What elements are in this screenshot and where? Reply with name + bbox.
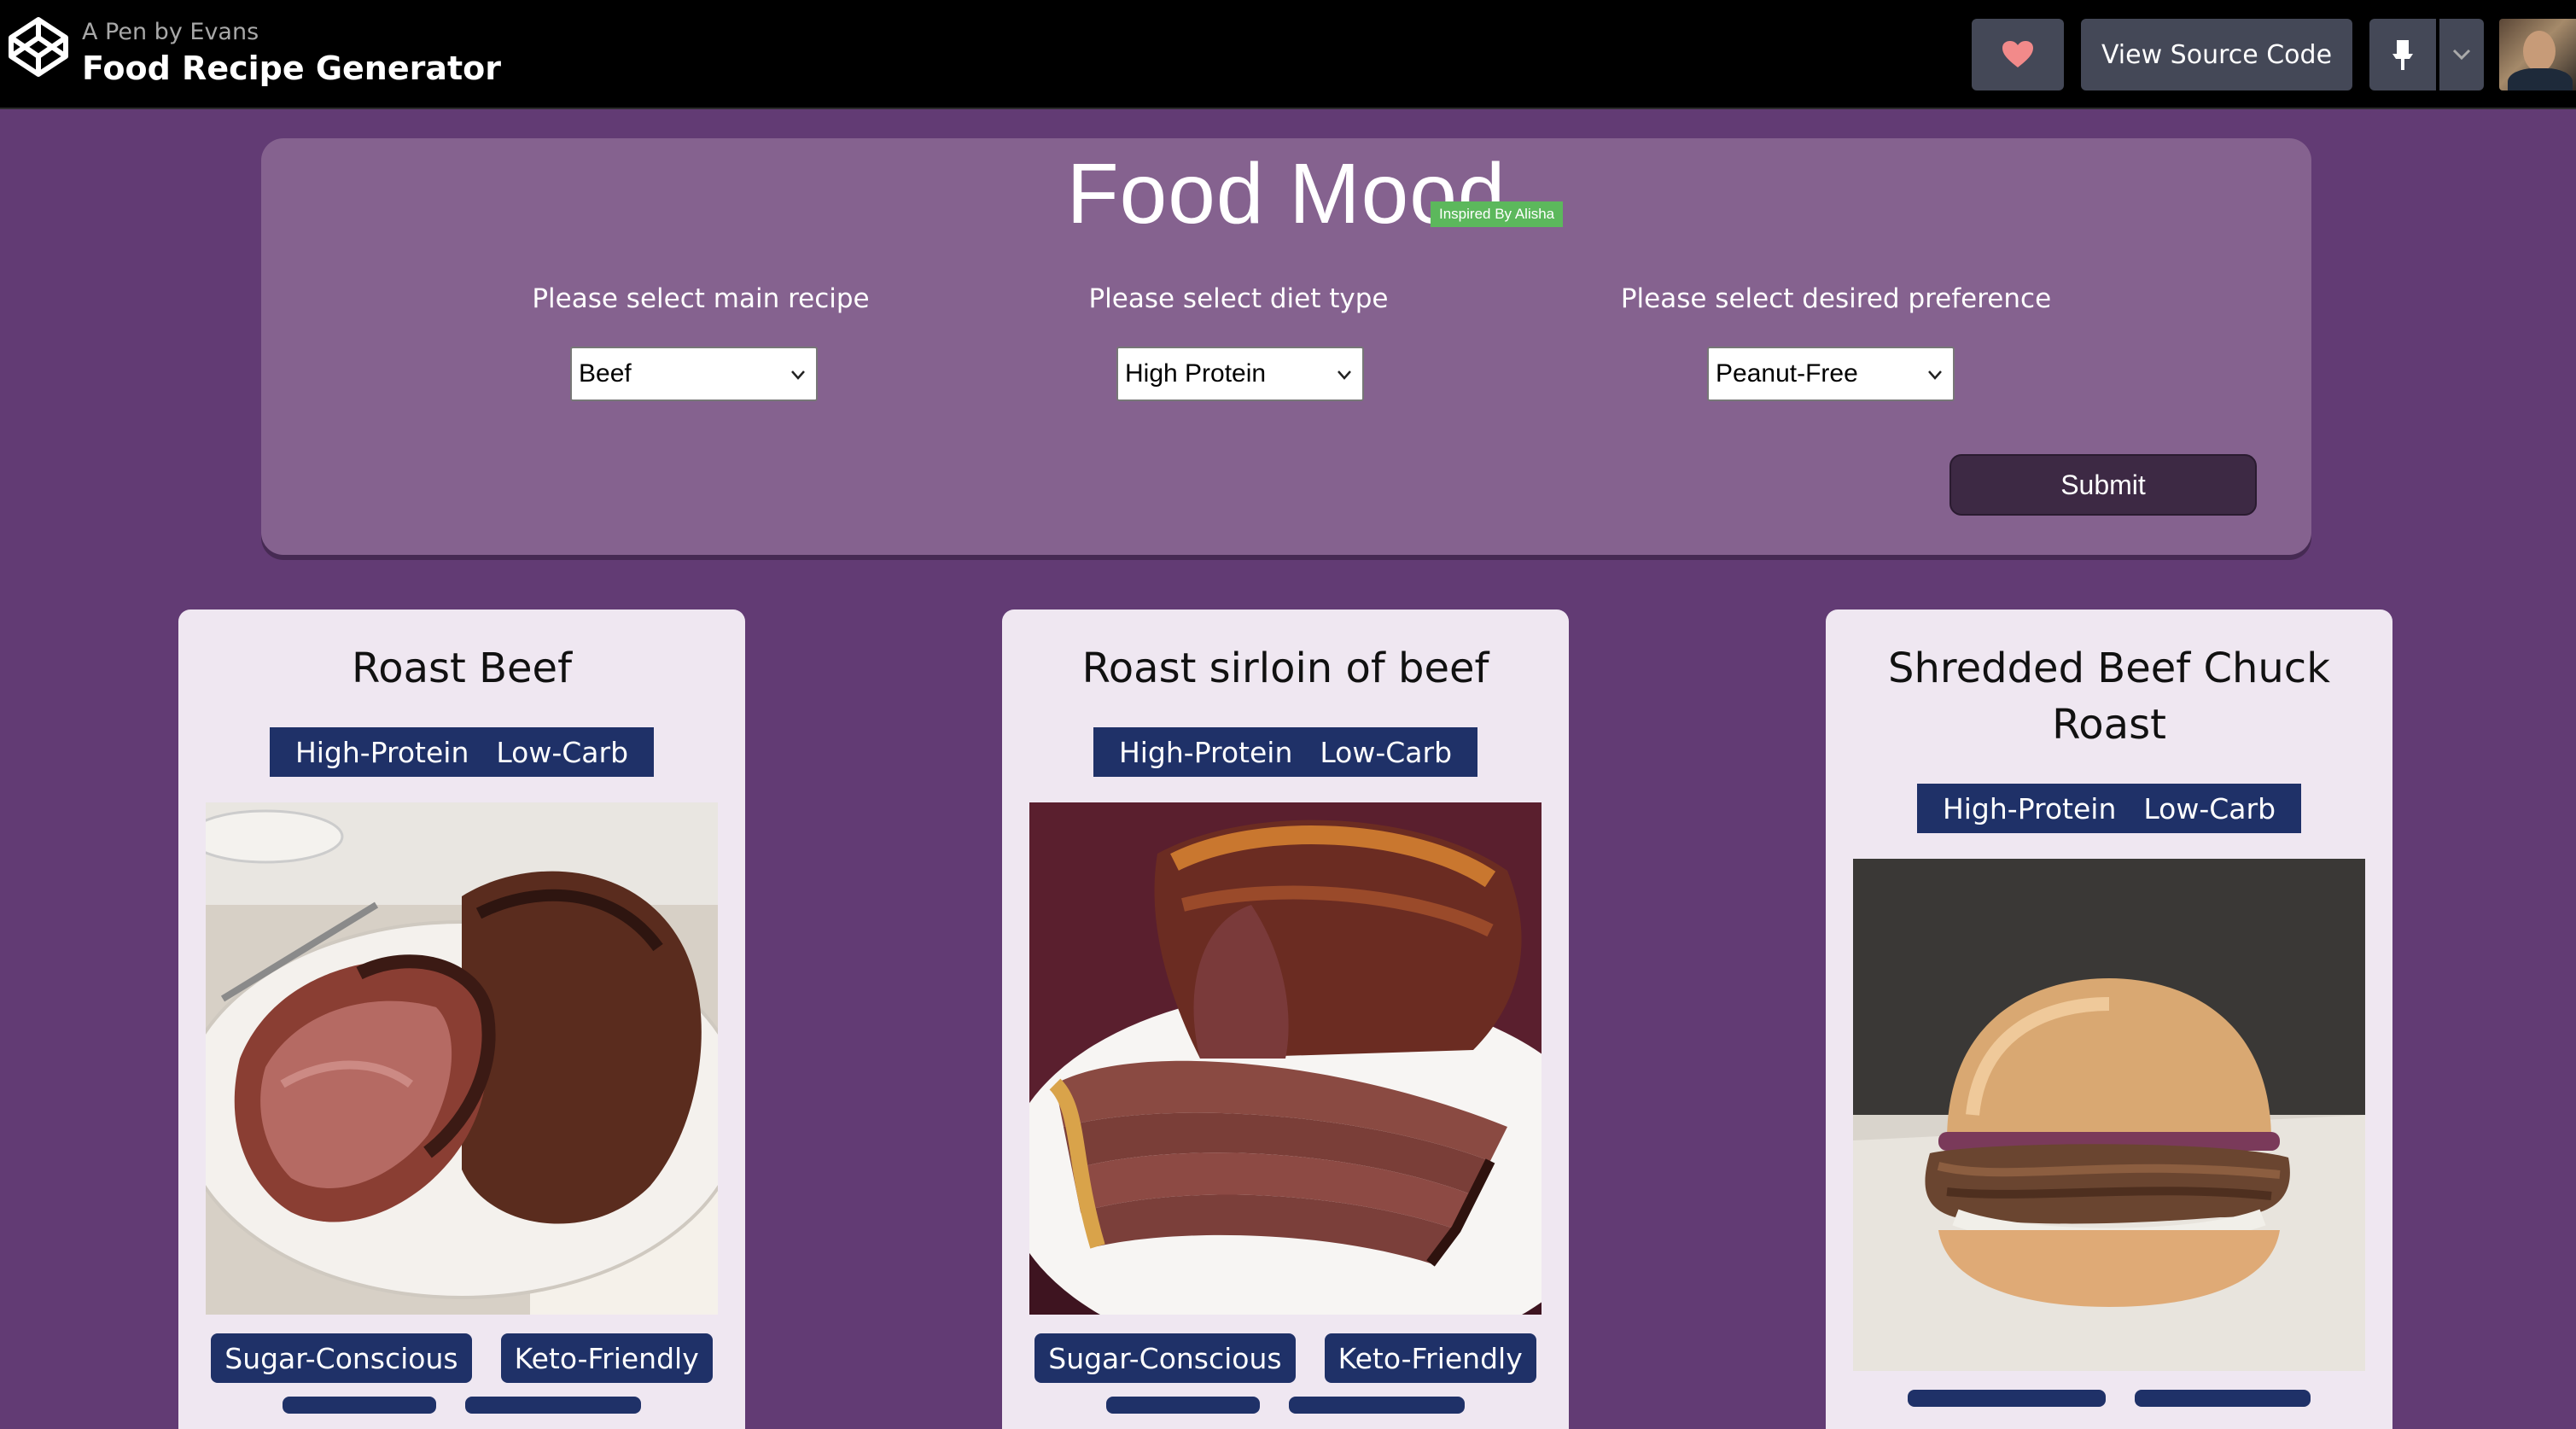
main-recipe-value: Beef: [579, 359, 632, 388]
health-label: [1908, 1390, 2106, 1407]
health-label: [465, 1397, 641, 1414]
pen-author[interactable]: A Pen by Evans: [82, 19, 259, 45]
inspired-badge: Inspired By Alisha: [1431, 201, 1564, 227]
health-labels-more: [1002, 1397, 1569, 1414]
health-label: [1289, 1397, 1465, 1414]
recipe-title: Shredded Beef Chuck Roast: [1843, 640, 2375, 753]
pin-button[interactable]: [2369, 19, 2436, 90]
heart-icon: [2002, 41, 2033, 67]
health-label: Keto-Friendly: [500, 1333, 713, 1383]
preference-select[interactable]: Peanut-Free: [1707, 347, 1955, 401]
health-labels-more: [1826, 1390, 2392, 1407]
health-label: [2135, 1390, 2311, 1407]
diet-labels: High-Protein Low-Carb: [1826, 784, 2392, 833]
recipe-image[interactable]: [1029, 802, 1542, 1315]
main-recipe-label: Please select main recipe: [532, 283, 870, 314]
health-labels: Sugar-Conscious Keto-Friendly: [178, 1333, 745, 1383]
diet-type-value: High Protein: [1125, 359, 1267, 388]
codepen-logo-icon[interactable]: [7, 15, 70, 79]
app-title-text: Food Mood: [1066, 146, 1507, 242]
recipe-form-panel: Food Mood Inspired By Alisha Please sele…: [261, 138, 2311, 555]
health-labels-more: [178, 1397, 745, 1414]
diet-label: Low-Carb: [1320, 735, 1453, 769]
main-recipe-select[interactable]: Beef: [570, 347, 818, 401]
chevron-down-icon: [791, 370, 805, 380]
diet-labels: High-Protein Low-Carb: [1002, 727, 1569, 777]
diet-labels: High-Protein Low-Carb: [178, 727, 745, 777]
preference-value: Peanut-Free: [1716, 359, 1858, 388]
app-title: Food Mood: [261, 145, 2311, 243]
recipe-image[interactable]: [206, 802, 718, 1315]
view-source-button[interactable]: View Source Code: [2081, 19, 2352, 90]
submit-button[interactable]: Submit: [1949, 454, 2257, 516]
pen-title: Food Recipe Generator: [82, 50, 502, 87]
health-label: Sugar-Conscious: [211, 1333, 472, 1383]
chevron-down-icon: [2452, 49, 2471, 61]
health-labels: Sugar-Conscious Keto-Friendly: [1002, 1333, 1569, 1383]
diet-type-select[interactable]: High Protein: [1116, 347, 1364, 401]
health-label: [283, 1397, 436, 1414]
recipe-title: Roast sirloin of beef: [1081, 645, 1489, 692]
codepen-header: A Pen by Evans Food Recipe Generator Vie…: [0, 0, 2576, 109]
health-label: Keto-Friendly: [1324, 1333, 1536, 1383]
diet-label: High-Protein: [1942, 791, 2117, 825]
recipe-card: Roast sirloin of beef High-Protein Low-C…: [1002, 610, 1569, 1429]
chevron-down-icon: [1928, 370, 1942, 380]
health-label: [1106, 1397, 1260, 1414]
health-label: Sugar-Conscious: [1034, 1333, 1296, 1383]
diet-label: Low-Carb: [496, 735, 629, 769]
user-avatar[interactable]: [2499, 19, 2576, 90]
diet-label: Low-Carb: [2143, 791, 2276, 825]
recipe-title-line-2: Roast: [2052, 701, 2166, 749]
recipe-title-line-1: Shredded Beef Chuck: [1888, 645, 2330, 692]
diet-label: High-Protein: [294, 735, 469, 769]
heart-button[interactable]: [1972, 19, 2064, 90]
recipe-card: Roast Beef High-Protein Low-Carb Sugar-C…: [178, 610, 745, 1429]
pin-icon: [2392, 40, 2413, 70]
diet-label: High-Protein: [1118, 735, 1293, 769]
recipe-title: Roast Beef: [352, 645, 572, 692]
recipe-card: Shredded Beef Chuck Roast High-Protein L…: [1826, 610, 2392, 1429]
diet-type-label: Please select diet type: [1088, 283, 1389, 314]
chevron-down-icon: [1338, 370, 1351, 380]
recipe-image[interactable]: [1853, 859, 2365, 1371]
preference-label: Please select desired preference: [1620, 283, 2052, 314]
more-options-button[interactable]: [2439, 19, 2484, 90]
